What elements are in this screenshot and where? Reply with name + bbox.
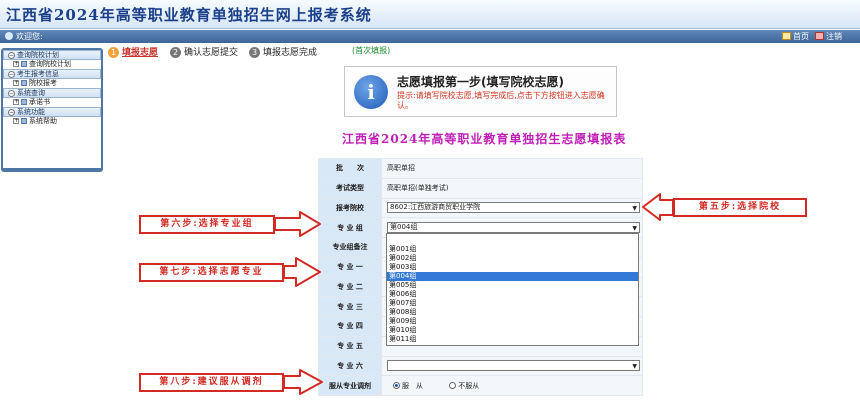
annotation-step5: 第五步:选择院校: [673, 198, 807, 217]
dropdown-option[interactable]: 第005组: [387, 281, 638, 290]
sidebar-group-apply[interactable]: − 考生报考信息: [3, 69, 101, 79]
step-3: 3 填报志愿完成: [249, 45, 317, 58]
sidebar-item-promise[interactable]: + 承诺书: [3, 98, 101, 107]
annotation-step7: 第七步:选择志愿专业: [139, 263, 284, 282]
dropdown-option[interactable]: 第008组: [387, 308, 638, 317]
dropdown-option[interactable]: 第006组: [387, 290, 638, 299]
arrow-step7-icon: [283, 257, 321, 287]
dropdown-option[interactable]: 第009组: [387, 317, 638, 326]
arrow-step6-icon: [274, 211, 321, 237]
info-title: 志愿填报第一步(填写院校志愿): [397, 75, 564, 89]
app-title: 江西省2024年高等职业教育单独招生网上报考系统: [6, 6, 372, 24]
radio-checked-icon[interactable]: [393, 382, 400, 390]
obey-yes-option[interactable]: 服 从: [393, 382, 423, 390]
step-1[interactable]: 1 填报志愿: [108, 45, 158, 58]
page-root: 江西省2024年高等职业教育单独招生网上报考系统 欢迎您: 首页 注销 − 查询院…: [0, 0, 860, 409]
sidebar-group-plan[interactable]: − 查询院校计划: [3, 50, 101, 60]
sidebar-item-plan[interactable]: + 查询院校计划: [3, 60, 101, 69]
welcome-text: 欢迎您:: [16, 32, 43, 41]
logout-link[interactable]: 注销: [826, 31, 842, 42]
dropdown-option[interactable]: 第007组: [387, 299, 638, 308]
major-group-select[interactable]: 第004组 ▼: [387, 222, 640, 234]
dropdown-blank-option[interactable]: [387, 234, 638, 245]
collapse-icon: −: [8, 89, 15, 97]
dropdown-option[interactable]: 第001组: [387, 245, 638, 254]
info-box: i 志愿填报第一步(填写院校志愿) 提示:请填写院校志愿,填写完成后,点击下方按…: [344, 66, 617, 117]
major6-select[interactable]: ▼: [387, 360, 640, 372]
info-text: 提示:请填写院校志愿,填写完成后,点击下方按钮进入志愿确认。: [397, 91, 605, 110]
app-header: 江西省2024年高等职业教育单独招生网上报考系统: [0, 0, 860, 29]
dropdown-option[interactable]: 第003组: [387, 263, 638, 272]
form-row-obey: 服从专业调剂 服 从 不服从: [318, 375, 643, 396]
dropdown-option[interactable]: 第004组: [387, 272, 638, 281]
folder-icon: [21, 99, 27, 105]
obey-no-option[interactable]: 不服从: [449, 382, 479, 390]
form-row-batch: 批 次高职单招: [318, 158, 643, 179]
sidebar-item-apply[interactable]: + 院校报考: [3, 79, 101, 88]
expand-icon: +: [13, 79, 20, 86]
form-row-major6: 专 业 六 ▼: [318, 355, 643, 377]
sidebar-item-help[interactable]: + 系统帮助: [3, 117, 101, 126]
school-select[interactable]: 8602:江西旅游商贸职业学院 ▼: [387, 202, 640, 214]
top-bar: 欢迎您: 首页 注销: [0, 30, 860, 43]
form-row-exam-type: 考试类型 高职单招(单独考试): [318, 177, 643, 199]
expand-icon: +: [13, 98, 20, 105]
collapse-icon: −: [8, 70, 15, 78]
info-icon: i: [354, 75, 388, 109]
chevron-down-icon: ▼: [632, 205, 637, 213]
dropdown-option[interactable]: 第002组: [387, 254, 638, 263]
step-2: 2 确认志愿提交: [170, 45, 238, 58]
dropdown-option[interactable]: 第011组: [387, 335, 638, 344]
collapse-icon: −: [8, 51, 15, 59]
folder-icon: [21, 118, 27, 124]
folder-icon: [21, 61, 27, 67]
dropdown-option[interactable]: 第010组: [387, 326, 638, 335]
home-link[interactable]: 首页: [793, 31, 809, 42]
annotation-step6: 第六步:选择专业组: [139, 215, 275, 234]
folder-icon: [21, 80, 27, 86]
home-icon[interactable]: [782, 32, 791, 40]
form-title: 江西省2024年高等职业教育单独招生志愿填报表: [342, 132, 627, 146]
expand-icon: +: [13, 60, 20, 67]
form-row-school: 报考院校 8602:江西旅游商贸职业学院 ▼: [318, 197, 643, 219]
arrow-step8-icon: [283, 369, 323, 395]
expand-icon: +: [13, 117, 20, 124]
chevron-down-icon: ▼: [632, 225, 637, 233]
first-fill-tag: (首次填报): [352, 46, 391, 55]
sidebar: − 查询院校计划 + 查询院校计划 − 考生报考信息 + 院校报考 − 系统查询 + 承诺书…: [1, 48, 103, 172]
sidebar-group-query[interactable]: − 系统查询: [3, 88, 101, 98]
annotation-step8: 第八步:建议服从调剂: [139, 373, 284, 392]
logout-icon[interactable]: [815, 32, 824, 40]
chevron-down-icon: ▼: [632, 363, 637, 371]
sidebar-group-system[interactable]: − 系统功能: [3, 107, 101, 117]
radio-unchecked-icon[interactable]: [449, 382, 457, 390]
major-group-dropdown-list[interactable]: 第001组 第002组 第003组 第004组 第005组 第006组 第007组 第008组…: [386, 233, 639, 346]
user-icon: [5, 32, 13, 40]
arrow-step5-icon: [642, 193, 674, 221]
collapse-icon: −: [8, 108, 15, 116]
